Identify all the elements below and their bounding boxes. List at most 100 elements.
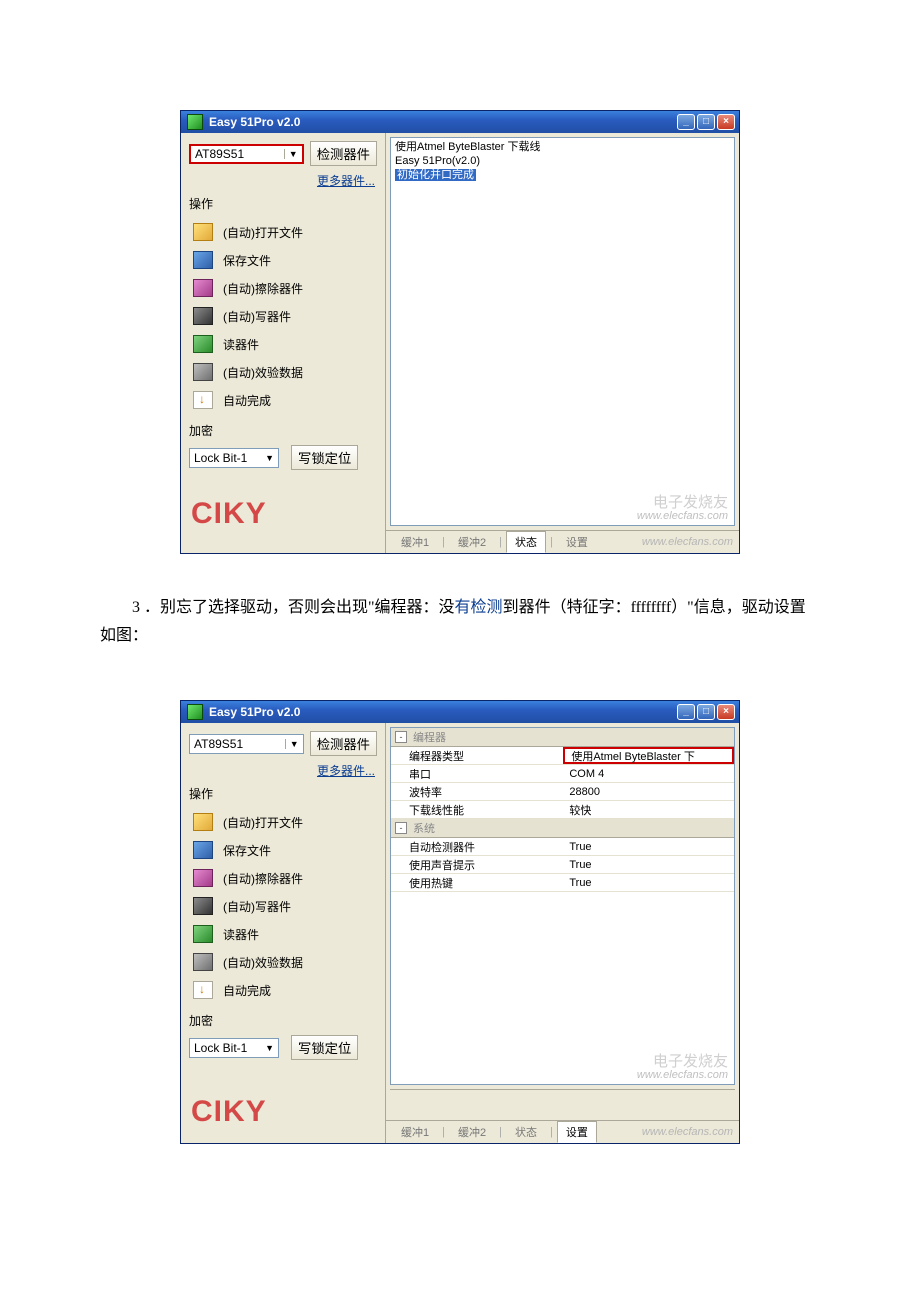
bottom-tabs: 缓冲1| 缓冲2| 状态| 设置 www.elecfans.com [386,1120,739,1143]
op-label: 读器件 [223,926,373,943]
instruction-paragraph: 3 ．别忘了选择驱动，否则会出现"编程器：没有检测到器件（特征字：fffffff… [100,594,820,650]
detect-device-button[interactable]: 检测器件 [310,731,377,756]
tab-url-watermark: www.elecfans.com [642,1126,733,1138]
encrypt-label: 加密 [189,1012,377,1029]
more-devices-link[interactable]: 更多器件... [189,762,375,779]
op-verify[interactable]: (自动)效验数据 [189,358,377,386]
tab-settings[interactable]: 设置 [557,531,597,553]
settings-row[interactable]: 使用声音提示 True [391,856,734,874]
settings-value: 较快 [563,802,734,818]
log-line: Easy 51Pro(v2.0) [395,154,730,168]
tab-buffer1[interactable]: 缓冲1 [392,531,438,553]
lockbit-value: Lock Bit-1 [194,1041,247,1055]
device-dropdown-value: AT89S51 [195,147,244,161]
settings-row[interactable]: 使用热键 True [391,874,734,892]
left-panel: AT89S51 ▼ 检测器件 更多器件... 操作 (自动)打开文件 保存文件 [181,133,386,553]
op-verify[interactable]: (自动)效验数据 [189,948,377,976]
lockbit-dropdown[interactable]: Lock Bit-1 ▼ [189,448,279,468]
tab-status[interactable]: 状态 [506,531,546,553]
write-lockbit-button[interactable]: 写锁定位 [291,445,358,470]
op-label: 自动完成 [223,982,373,999]
screenshot-1: Easy 51Pro v2.0 _ □ × AT89S51 ▼ 检测器件 更多器… [180,110,740,554]
settings-row[interactable]: 编程器类型 使用Atmel ByteBlaster 下 [391,747,734,765]
device-dropdown[interactable]: AT89S51 ▼ [189,144,304,164]
write-lockbit-button[interactable]: 写锁定位 [291,1035,358,1060]
op-write-chip[interactable]: (自动)写器件 [189,892,377,920]
op-label: 自动完成 [223,392,373,409]
op-save-file[interactable]: 保存文件 [189,246,377,274]
chevron-down-icon: ▼ [265,453,274,463]
tab-buffer2[interactable]: 缓冲2 [449,531,495,553]
tab-status[interactable]: 状态 [506,1121,546,1143]
op-label: (自动)写器件 [223,308,373,325]
op-label: (自动)擦除器件 [223,280,373,297]
op-open-file[interactable]: (自动)打开文件 [189,808,377,836]
op-erase-chip[interactable]: (自动)擦除器件 [189,864,377,892]
op-label: (自动)打开文件 [223,814,373,831]
titlebar: Easy 51Pro v2.0 _ □ × [181,701,739,723]
op-auto[interactable]: 自动完成 [189,976,377,1004]
settings-group-programmer[interactable]: - 编程器 [391,728,734,747]
settings-group-system[interactable]: - 系统 [391,819,734,838]
settings-row[interactable]: 自动检测器件 True [391,838,734,856]
op-read-chip[interactable]: 读器件 [189,330,377,358]
titlebar: Easy 51Pro v2.0 _ □ × [181,111,739,133]
settings-row[interactable]: 波特率 28800 [391,783,734,801]
tab-url-watermark: www.elecfans.com [642,536,733,548]
settings-key: 串口 [391,766,563,782]
floppy-icon [193,251,213,269]
minimize-icon[interactable]: _ [677,704,695,720]
chip-write-icon [193,897,213,915]
more-devices-link[interactable]: 更多器件... [189,172,375,189]
app-window: Easy 51Pro v2.0 _ □ × AT89S51 ▼ 检测器件 更多器… [180,110,740,554]
left-panel: AT89S51 ▼ 检测器件 更多器件... 操作 (自动)打开文件 保存文件 [181,723,386,1143]
settings-key: 使用热键 [391,875,563,891]
app-icon [187,114,203,130]
settings-value-programmer-type[interactable]: 使用Atmel ByteBlaster 下 [563,747,734,764]
op-label: (自动)效验数据 [223,364,373,381]
chip-read-icon [193,925,213,943]
op-erase-chip[interactable]: (自动)擦除器件 [189,274,377,302]
chip-read-icon [193,335,213,353]
watermark-ciky: CIKY [191,1095,267,1129]
op-read-chip[interactable]: 读器件 [189,920,377,948]
detect-device-button[interactable]: 检测器件 [310,141,377,166]
chip-write-icon [193,307,213,325]
op-write-chip[interactable]: (自动)写器件 [189,302,377,330]
verify-icon [193,363,213,381]
folder-open-icon [193,223,213,241]
op-label: 保存文件 [223,252,373,269]
settings-value: COM 4 [563,768,734,780]
log-line: 使用Atmel ByteBlaster 下载线 [395,140,730,154]
collapse-icon: - [395,822,407,834]
detect-link[interactable]: 有检测 [455,599,503,616]
minimize-icon[interactable]: _ [677,114,695,130]
floppy-icon [193,841,213,859]
window-title: Easy 51Pro v2.0 [209,115,677,129]
right-panel: 使用Atmel ByteBlaster 下载线 Easy 51Pro(v2.0)… [386,133,739,553]
auto-icon [193,391,213,409]
close-icon[interactable]: × [717,114,735,130]
close-icon[interactable]: × [717,704,735,720]
tab-buffer2[interactable]: 缓冲2 [449,1121,495,1143]
op-open-file[interactable]: (自动)打开文件 [189,218,377,246]
tab-buffer1[interactable]: 缓冲1 [392,1121,438,1143]
app-window: Easy 51Pro v2.0 _ □ × AT89S51 ▼ 检测器件 更多器… [180,700,740,1144]
collapse-icon: - [395,731,407,743]
watermark-elecfans: 电子发烧友 www.elecfans.com [637,497,728,523]
device-dropdown[interactable]: AT89S51 ▼ [189,734,304,754]
op-label: 读器件 [223,336,373,353]
maximize-icon[interactable]: □ [697,114,715,130]
op-auto[interactable]: 自动完成 [189,386,377,414]
op-save-file[interactable]: 保存文件 [189,836,377,864]
settings-key: 编程器类型 [391,748,563,764]
encrypt-label: 加密 [189,422,377,439]
log-output: 使用Atmel ByteBlaster 下载线 Easy 51Pro(v2.0)… [390,137,735,526]
settings-row[interactable]: 下载线性能 较快 [391,801,734,819]
erase-icon [193,869,213,887]
tab-settings[interactable]: 设置 [557,1121,597,1143]
maximize-icon[interactable]: □ [697,704,715,720]
settings-row[interactable]: 串口 COM 4 [391,765,734,783]
lockbit-dropdown[interactable]: Lock Bit-1 ▼ [189,1038,279,1058]
settings-value: True [563,841,734,853]
